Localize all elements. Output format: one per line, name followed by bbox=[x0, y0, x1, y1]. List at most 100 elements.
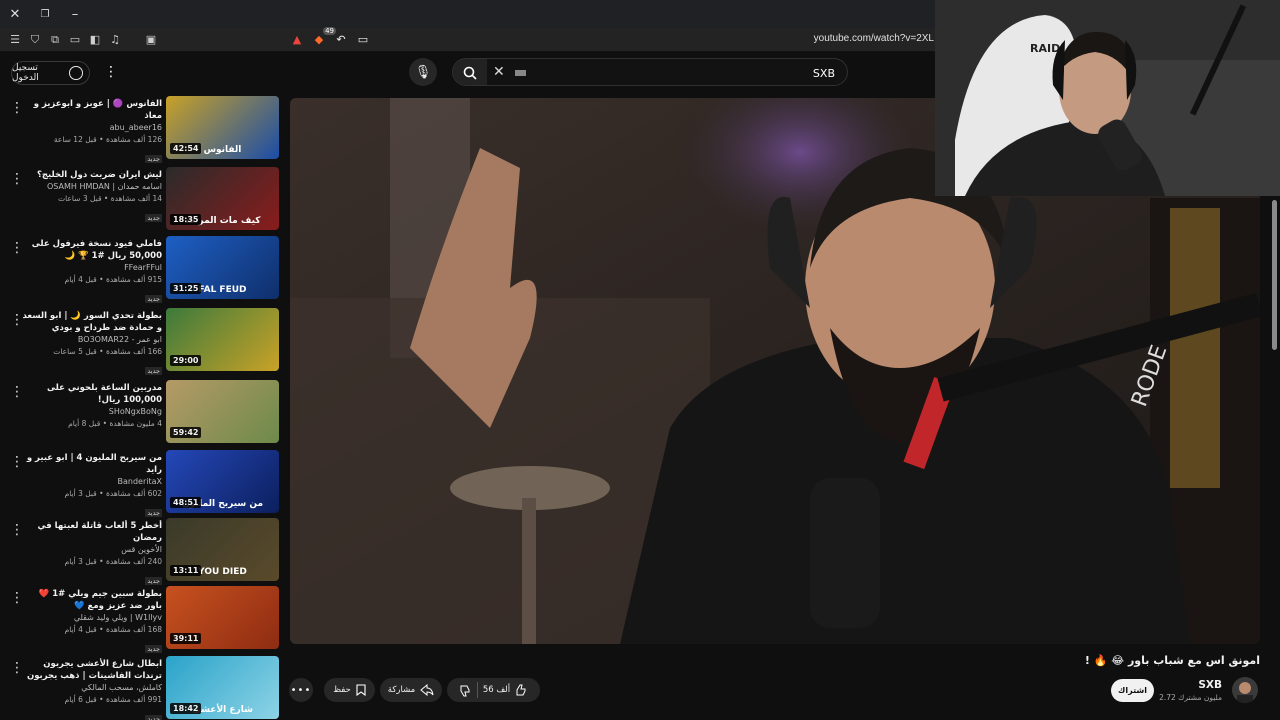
video-info: مدربين الساعة بلحوني على 100,000 ريال! SH… bbox=[22, 382, 162, 430]
video-info: من سيربح المليون 4 | ابو عبير و رايد Band… bbox=[22, 452, 162, 519]
duration-badge: 39:11 bbox=[170, 633, 202, 644]
clear-search-icon[interactable]: ✕ bbox=[493, 64, 505, 80]
channel-name[interactable]: الأخوين قس bbox=[22, 544, 162, 556]
video-title: امونق اس مع شباب باور 😂 🔥 ! bbox=[1084, 654, 1260, 667]
channel-name[interactable]: SHoNgxBoNg bbox=[22, 406, 162, 418]
sidebar-icon[interactable]: ◧ bbox=[85, 30, 105, 50]
bookmark-icon bbox=[356, 684, 366, 696]
item-menu-icon[interactable]: ⋮ bbox=[10, 171, 24, 187]
item-menu-icon[interactable]: ⋮ bbox=[10, 240, 24, 256]
video-meta: 915 ألف مشاهدة • قبل 4 أيام bbox=[64, 275, 162, 284]
voice-search-button[interactable]: 🎙 bbox=[409, 58, 437, 86]
subscriber-count: 2.72 مليون مشترك bbox=[1159, 693, 1222, 702]
restore-icon[interactable]: ❐ bbox=[30, 0, 60, 28]
video-title[interactable]: أخطر 5 ألعاب قاتلة لعبتها في رمضان bbox=[22, 520, 162, 544]
webcam-frame: RAID bbox=[935, 0, 1280, 196]
video-title[interactable]: فاملي فيود نسخة فيرفول على 50,000 ريال #… bbox=[22, 238, 162, 262]
video-title[interactable]: الفانوس 🟣 | عوبز و ابوعزيز و معاذ bbox=[22, 98, 162, 122]
duration-badge: 59:42 bbox=[170, 427, 202, 438]
new-badge: جديد bbox=[145, 214, 162, 222]
webcam-overlay: RAID bbox=[935, 0, 1280, 196]
recommendations-list: ⋮ الفانوس 🟣 | عوبز و ابوعزيز و معاذ abu_ab… bbox=[0, 96, 286, 720]
tabs-icon[interactable]: ▭ bbox=[65, 30, 85, 50]
duration-badge: 48:51 bbox=[170, 497, 202, 508]
channel-name[interactable]: W1llyv | ويلي وليد شقلي bbox=[22, 612, 162, 624]
share-label: مشاركة bbox=[387, 685, 416, 695]
video-meta: 240 ألف مشاهدة • قبل 3 أيام bbox=[64, 557, 162, 566]
item-menu-icon[interactable]: ⋮ bbox=[10, 522, 24, 538]
like-button[interactable] bbox=[515, 684, 528, 697]
channel-name[interactable]: اسامه حمدان | OSAMH HMDAN bbox=[22, 181, 162, 193]
brave-rewards-icon[interactable]: ▲ bbox=[286, 30, 308, 50]
list-item[interactable]: ⋮ أخطر 5 ألعاب قاتلة لعبتها في رمضان الأخو… bbox=[0, 518, 286, 587]
duration-badge: 18:42 bbox=[170, 703, 202, 714]
reload-icon[interactable]: ↶ bbox=[330, 30, 352, 50]
like-count[interactable]: 56 ألف bbox=[483, 685, 510, 695]
channel-name[interactable]: ابو عمر - BO3OMAR22 bbox=[22, 334, 162, 346]
duration-badge: 31:25 bbox=[170, 283, 202, 294]
new-badge: جديد bbox=[145, 295, 162, 303]
keyboard-icon[interactable] bbox=[515, 70, 526, 76]
list-item[interactable]: ⋮ مدربين الساعة بلحوني على 100,000 ريال! S… bbox=[0, 380, 286, 446]
video-meta: 168 ألف مشاهدة • قبل 4 أيام bbox=[64, 625, 162, 634]
subscribe-button[interactable]: اشتراك bbox=[1111, 679, 1154, 702]
item-menu-icon[interactable]: ⋮ bbox=[10, 590, 24, 606]
more-actions-button[interactable]: ••• bbox=[289, 678, 313, 702]
video-info: فاملي فيود نسخة فيرفول على 50,000 ريال #… bbox=[22, 238, 162, 305]
channel-avatar[interactable] bbox=[1232, 677, 1258, 703]
channel-name[interactable]: BanderitaX bbox=[22, 476, 163, 488]
music-icon[interactable]: ♫ bbox=[105, 30, 125, 50]
search-button[interactable] bbox=[453, 59, 487, 85]
signin-button[interactable]: تسجيل الدخول bbox=[11, 61, 90, 85]
settings-menu-icon[interactable]: ⋮ bbox=[104, 63, 118, 81]
address-bar-url[interactable]: youtube.com/watch?v=2XL bbox=[814, 33, 934, 44]
item-menu-icon[interactable]: ⋮ bbox=[10, 454, 24, 470]
video-meta: 602 ألف مشاهدة • قبل 3 أيام bbox=[64, 489, 162, 498]
dislike-icon bbox=[460, 685, 470, 696]
search-input[interactable] bbox=[555, 64, 835, 82]
list-item[interactable]: ⋮ الفانوس 🟣 | عوبز و ابوعزيز و معاذ abu_ab… bbox=[0, 96, 286, 163]
extensions-icon[interactable]: ⧉ bbox=[45, 30, 65, 50]
duration-badge: 29:00 bbox=[170, 355, 202, 366]
list-item[interactable]: ⋮ فاملي فيود نسخة فيرفول على 50,000 ريال … bbox=[0, 236, 286, 305]
channel-name[interactable]: كاملش، مسحب المالكي bbox=[22, 682, 162, 694]
wallet-icon[interactable]: ▣ bbox=[141, 30, 161, 50]
channel-name[interactable]: abu_abeer16 bbox=[22, 122, 162, 134]
list-item[interactable]: ⋮ بطولة سبين جيم وبلي #1 ❤️ باور ضد عزيز … bbox=[0, 586, 286, 653]
cast-icon[interactable]: ▭ bbox=[352, 30, 374, 50]
menu-icon[interactable]: ☰ bbox=[5, 30, 25, 50]
list-item[interactable]: ⋮ ابطال شارع الأعشى يجربون ترندات الفاشين… bbox=[0, 656, 286, 720]
list-item[interactable]: ⋮ ليش ايران ضربت دول الخليج؟ اسامه حمدان |… bbox=[0, 167, 286, 233]
signin-label: تسجيل الدخول bbox=[12, 63, 39, 83]
item-menu-icon[interactable]: ⋮ bbox=[10, 100, 24, 116]
video-title[interactable]: ليش ايران ضربت دول الخليج؟ bbox=[22, 169, 162, 181]
brave-shield-icon[interactable]: ◆ 49 bbox=[308, 26, 336, 50]
list-item[interactable]: ⋮ من سيربح المليون 4 | ابو عبير و رايد Ban… bbox=[0, 450, 286, 519]
page-scrollbar[interactable] bbox=[1272, 200, 1277, 350]
share-button[interactable]: مشاركة bbox=[380, 678, 442, 702]
minimize-icon[interactable]: – bbox=[60, 0, 90, 28]
save-button[interactable]: حفظ bbox=[324, 678, 375, 702]
close-icon[interactable]: ✕ bbox=[0, 0, 30, 28]
video-title[interactable]: مدربين الساعة بلحوني على 100,000 ريال! bbox=[22, 382, 162, 406]
share-icon bbox=[420, 684, 434, 696]
list-item[interactable]: ⋮ بطولة تحدي السور 🌙 | ابو السعد و حمادة … bbox=[0, 308, 286, 375]
item-menu-icon[interactable]: ⋮ bbox=[10, 660, 24, 676]
shield-icon[interactable]: ⛉ bbox=[25, 30, 45, 50]
item-menu-icon[interactable]: ⋮ bbox=[10, 384, 24, 400]
video-title[interactable]: ابطال شارع الأعشى يجربون ترندات الفاشينا… bbox=[22, 658, 162, 682]
like-icon bbox=[516, 684, 526, 695]
account-icon bbox=[69, 66, 83, 80]
duration-badge: 42:54 bbox=[170, 143, 202, 154]
new-badge: جديد bbox=[145, 715, 162, 720]
video-info: أخطر 5 ألعاب قاتلة لعبتها في رمضان الأخوي… bbox=[22, 520, 162, 587]
video-meta: 166 ألف مشاهدة • قبل 5 ساعات bbox=[53, 347, 162, 356]
video-meta: 126 ألف مشاهدة • قبل 12 ساعة bbox=[53, 135, 162, 144]
item-menu-icon[interactable]: ⋮ bbox=[10, 312, 24, 328]
dislike-button[interactable] bbox=[459, 684, 472, 697]
video-title[interactable]: بطولة سبين جيم وبلي #1 ❤️ باور ضد عزيز و… bbox=[22, 588, 162, 612]
channel-name[interactable]: SXB bbox=[1198, 679, 1222, 691]
video-title[interactable]: من سيربح المليون 4 | ابو عبير و رايد bbox=[22, 452, 162, 476]
video-title[interactable]: بطولة تحدي السور 🌙 | ابو السعد و حمادة ض… bbox=[22, 310, 162, 334]
channel-name[interactable]: FFearFFul bbox=[22, 262, 162, 274]
